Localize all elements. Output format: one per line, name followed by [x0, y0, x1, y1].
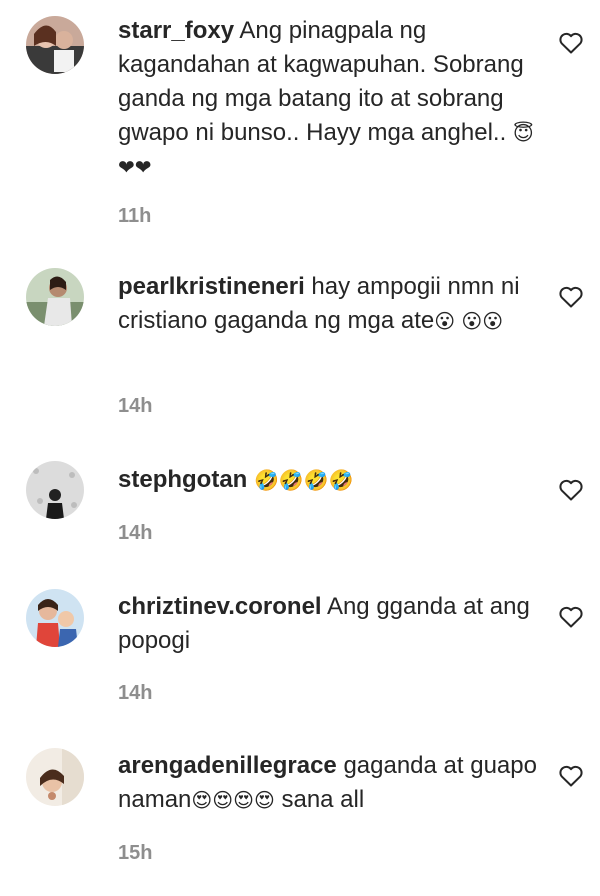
like-button[interactable]	[558, 285, 584, 309]
avatar[interactable]	[26, 16, 84, 74]
heart-outline-icon	[559, 32, 583, 54]
like-button[interactable]	[558, 31, 584, 55]
heart-outline-icon	[559, 606, 583, 628]
comment-username[interactable]: stephgotan	[118, 466, 247, 493]
heart-outline-icon	[559, 286, 583, 308]
comment-text: stephgotan 🤣🤣🤣🤣	[118, 463, 548, 497]
heart-outline-icon	[559, 765, 583, 787]
like-button[interactable]	[558, 478, 584, 502]
avatar[interactable]	[26, 748, 84, 806]
comment-username[interactable]: starr_foxy	[118, 17, 234, 44]
like-button[interactable]	[558, 764, 584, 788]
like-button[interactable]	[558, 605, 584, 629]
comment-text: pearlkristineneri hay ampogii nmn ni cri…	[118, 270, 548, 338]
comment-emoji: 😍😍😍😍	[191, 788, 275, 812]
comment-text: arengadenillegrace gaganda at guapo nama…	[118, 749, 548, 817]
comment-timestamp: 14h	[118, 522, 153, 544]
comment-username[interactable]: chriztinev.coronel	[118, 593, 322, 620]
avatar[interactable]	[26, 589, 84, 647]
comment-text: starr_foxy Ang pinagpala ng kagandahan a…	[118, 14, 548, 184]
avatar[interactable]	[26, 268, 84, 326]
heart-outline-icon	[559, 479, 583, 501]
comment-timestamp: 14h	[118, 395, 153, 417]
comment-timestamp: 14h	[118, 682, 153, 704]
comment-body-after: sana all	[281, 786, 365, 813]
comment-username[interactable]: arengadenillegrace	[118, 752, 337, 779]
comment-username[interactable]: pearlkristineneri	[118, 273, 305, 300]
comment-text: chriztinev.coronel Ang gganda at ang pop…	[118, 590, 548, 658]
avatar[interactable]	[26, 461, 84, 519]
comment-emoji: 😮 😮😮	[434, 309, 504, 333]
comment-timestamp: 11h	[118, 205, 152, 227]
comment-emoji: 🤣🤣🤣🤣	[254, 468, 354, 492]
comment-timestamp: 15h	[118, 842, 153, 864]
